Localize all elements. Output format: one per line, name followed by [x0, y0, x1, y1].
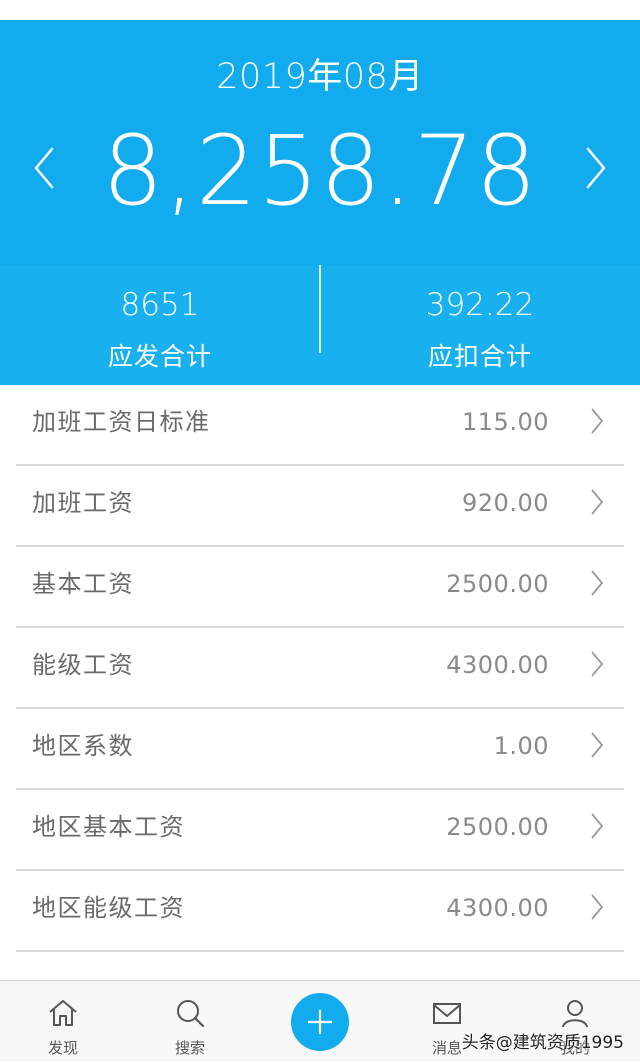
item-label: 地区能级工资	[32, 894, 185, 922]
list-item[interactable]: 加班工资日标准 115.00	[16, 385, 624, 466]
item-label: 加班工资	[32, 489, 134, 517]
plus-icon	[308, 1010, 332, 1034]
item-value: 1.00	[493, 732, 549, 760]
chevron-right-icon	[590, 407, 604, 435]
chevron-right-icon	[590, 812, 604, 840]
month-title: 2019年08月	[216, 57, 424, 97]
search-icon	[174, 997, 206, 1029]
home-icon	[47, 997, 79, 1029]
top-strip	[0, 0, 640, 20]
list-item[interactable]: 地区能级工资 4300.00	[16, 871, 624, 952]
item-label: 地区基本工资	[32, 813, 185, 841]
item-value: 2500.00	[446, 813, 549, 841]
chevron-right-icon	[590, 488, 604, 516]
item-value: 4300.00	[446, 894, 549, 922]
item-label: 能级工资	[32, 651, 134, 679]
item-label: 加班工资日标准	[32, 408, 211, 436]
tab-search[interactable]: 搜索	[145, 981, 235, 1062]
gross-total-block: 8651 应发合计	[0, 265, 320, 385]
item-label: 基本工资	[32, 570, 134, 598]
chevron-right-icon	[590, 731, 604, 759]
watermark: 头条@建筑资质1995	[461, 1033, 624, 1053]
add-button[interactable]	[291, 993, 349, 1051]
deduction-total-block: 392.22 应扣合计	[320, 265, 640, 385]
item-label: 地区系数	[32, 732, 134, 760]
chevron-right-icon	[590, 893, 604, 921]
deduction-total-value: 392.22	[425, 287, 535, 323]
mail-icon	[431, 997, 463, 1029]
list-item[interactable]: 地区基本工资 2500.00	[16, 790, 624, 871]
tab-discover-label: 发现	[47, 1039, 78, 1057]
chevron-right-icon	[590, 569, 604, 597]
list-item[interactable]: 能级工资 4300.00	[16, 628, 624, 709]
tab-search-label: 搜索	[174, 1039, 205, 1057]
item-value: 115.00	[462, 408, 549, 436]
user-icon	[559, 997, 591, 1029]
salary-header: 2019年08月 8,258.78 8651 应发合计 392.22 应扣合计	[0, 20, 640, 385]
gross-total-label: 应发合计	[107, 342, 212, 371]
item-value: 2500.00	[446, 570, 549, 598]
item-value: 4300.00	[446, 651, 549, 679]
chevron-right-icon	[586, 147, 606, 189]
salary-summary: 8651 应发合计 392.22 应扣合计	[0, 265, 640, 385]
item-value: 920.00	[462, 489, 549, 517]
chevron-right-icon	[590, 650, 604, 678]
gross-total-value: 8651	[120, 287, 200, 323]
deduction-total-label: 应扣合计	[427, 342, 532, 371]
list-item[interactable]: 加班工资 920.00	[16, 466, 624, 547]
next-month-button[interactable]	[576, 138, 616, 198]
salary-item-list: 加班工资日标准 115.00 加班工资 920.00 基本工资 2500.00 …	[0, 385, 640, 980]
tab-discover[interactable]: 发现	[18, 981, 108, 1062]
list-item[interactable]: 地区系数 1.00	[16, 709, 624, 790]
list-item[interactable]: 基本工资 2500.00	[16, 547, 624, 628]
net-salary-amount: 8,258.78	[102, 115, 538, 227]
